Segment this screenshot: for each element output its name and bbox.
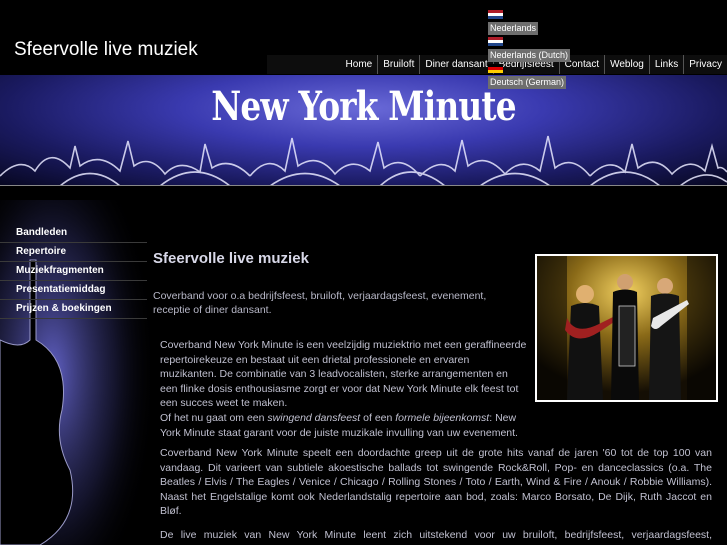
nav-diner-dansant[interactable]: Diner dansant [419,55,492,74]
band-members-image [537,256,716,400]
description-paragraph-2: Coverband New York Minute speelt een doo… [160,447,712,518]
netherlands-flag-icon [488,10,503,19]
sidebar-item-prijzen-boekingen[interactable]: Prijzen & boekingen [0,300,147,319]
language-label: Deutsch (German) [488,76,567,89]
sidebar-item-muziekfragmenten[interactable]: Muziekfragmenten [0,262,147,281]
banner-divider [0,185,727,186]
description-paragraph-1-join: of een [360,411,396,424]
sidebar-item-presentatiemiddag[interactable]: Presentatiemiddag [0,281,147,300]
nav-privacy[interactable]: Privacy [683,55,727,74]
page-title: Sfeervolle live muziek [153,250,309,267]
emphasis-formeel: formele bijeenkomst [395,411,490,424]
intro-text: Coverband voor o.a bedrijfsfeest, bruilo… [153,290,487,316]
nav-links[interactable]: Links [648,55,683,74]
language-label: Nederlands [488,22,539,35]
crowd-silhouette-icon [0,135,727,186]
emphasis-swingend: swingend dansfeest [267,411,361,424]
description-paragraph-1-text: Coverband New York Minute is een veelzij… [160,339,527,410]
description-paragraph-1: Coverband New York Minute is een veelzij… [160,338,528,440]
netherlands-flag-icon [488,37,503,46]
language-option-nl[interactable]: Nederlands [488,10,568,37]
description-paragraph-1-cont: Of het nu gaat om een [160,411,268,424]
sidebar-navigation: Bandleden Repertoire Muziekfragmenten Pr… [0,224,147,319]
sidebar-item-repertoire[interactable]: Repertoire [0,243,147,262]
nav-bruiloft[interactable]: Bruiloft [377,55,419,74]
germany-flag-icon [488,64,503,73]
nav-weblog[interactable]: Weblog [604,55,649,74]
description-paragraph-3: De live muziek van New York Minute leent… [160,529,712,541]
band-photo [535,254,718,402]
language-option-nl-dutch[interactable]: Nederlands (Dutch) [488,37,571,64]
language-label: Nederlands (Dutch) [488,49,571,62]
language-switcher: Nederlands Nederlands (Dutch) Deutsch (G… [488,10,571,91]
header-banner: New York Minute [0,75,727,186]
nav-home[interactable]: Home [341,55,378,74]
site-title: Sfeervolle live muziek [14,39,198,60]
language-option-de[interactable]: Deutsch (German) [488,64,568,91]
sidebar-item-bandleden[interactable]: Bandleden [0,224,147,243]
